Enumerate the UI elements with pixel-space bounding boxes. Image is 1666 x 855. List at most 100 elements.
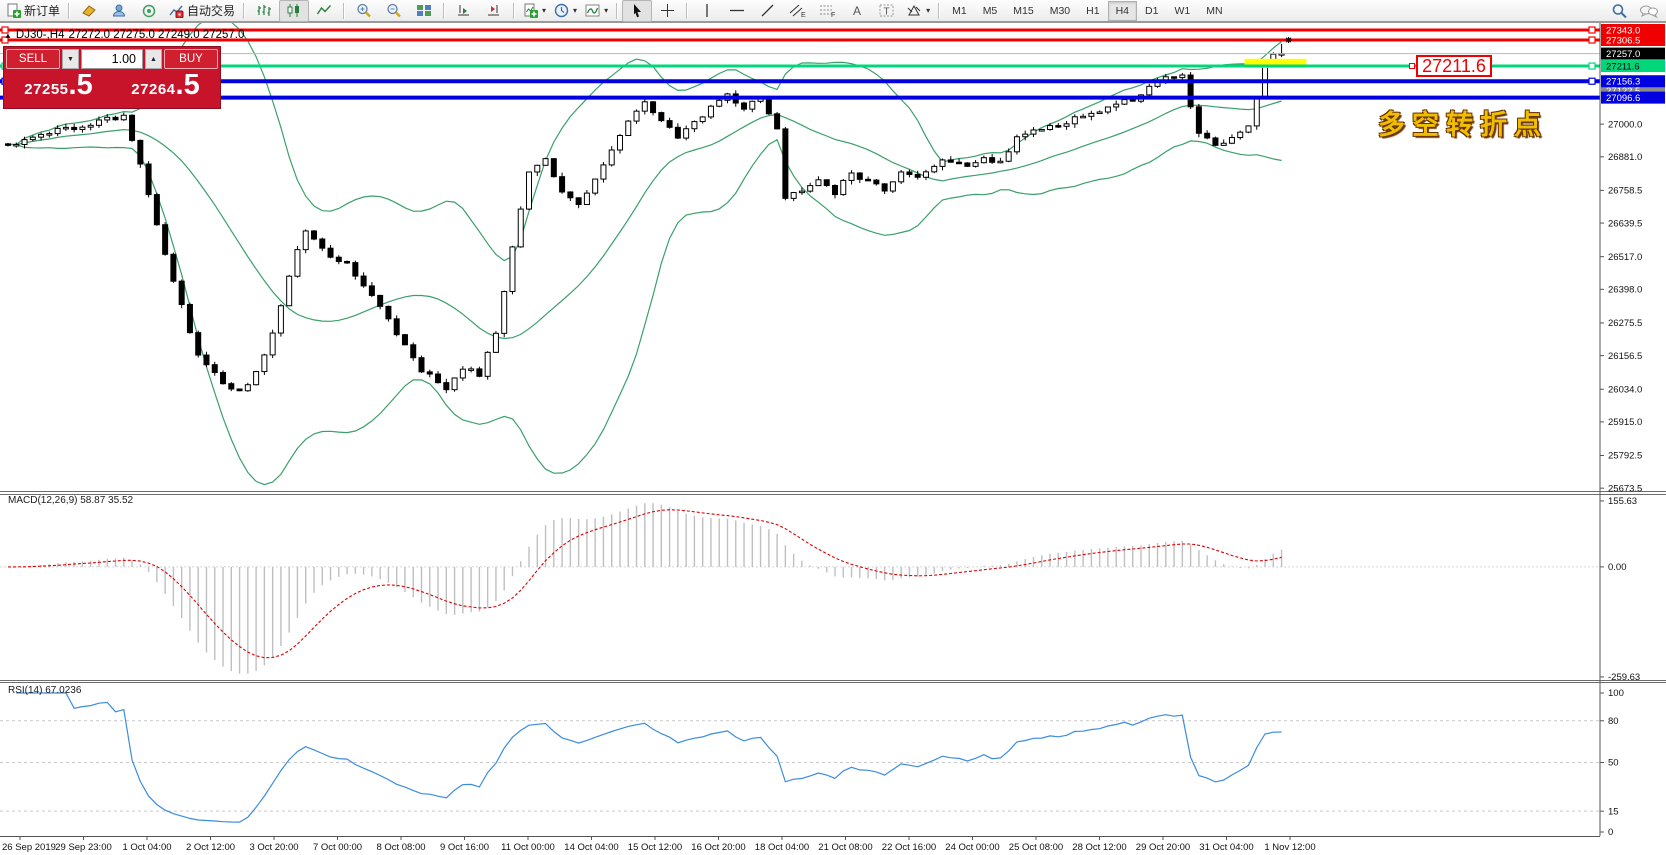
- svg-text:E: E: [801, 12, 806, 18]
- new-order-button[interactable]: 新订单: [2, 0, 64, 22]
- rsi-indicator-label: RSI(14) 67.0236: [8, 685, 81, 696]
- svg-text:26758.5: 26758.5: [1608, 186, 1642, 197]
- candlestick-chart-button[interactable]: [279, 0, 309, 22]
- signal-icon: [141, 3, 157, 18]
- fibonacci-button[interactable]: F: [812, 0, 842, 22]
- shapes-button[interactable]: ▾: [902, 0, 934, 22]
- svg-text:18 Oct 04:00: 18 Oct 04:00: [755, 842, 809, 853]
- search-button[interactable]: [1604, 0, 1634, 22]
- tile-windows-icon: [416, 3, 432, 18]
- svg-text:T: T: [884, 7, 890, 18]
- yellow-book-icon: [81, 3, 97, 18]
- new-chart-button[interactable]: ▾: [519, 0, 550, 22]
- svg-text:16 Oct 20:00: 16 Oct 20:00: [691, 842, 745, 853]
- hline-handle: [1589, 63, 1595, 69]
- zoom-out-icon: [386, 3, 402, 18]
- chat-icon: [1639, 3, 1659, 19]
- price-callout-handle[interactable]: [1409, 63, 1415, 69]
- buy-price-pip: .5: [176, 71, 200, 100]
- indicators-button[interactable]: ▾: [581, 0, 612, 22]
- buy-price[interactable]: 27264 .5: [113, 71, 218, 106]
- svg-text:25673.5: 25673.5: [1608, 483, 1642, 494]
- toolbar: 新订单 自动交易: [0, 0, 1666, 22]
- volume-input[interactable]: 1.00: [81, 49, 143, 69]
- timeframe-button-m5[interactable]: M5: [975, 1, 1006, 21]
- autotrading-label: 自动交易: [187, 2, 235, 19]
- text-label-button[interactable]: T: [872, 0, 902, 22]
- volume-increase-button[interactable]: ▲: [145, 49, 162, 69]
- svg-text:29 Sep 23:00: 29 Sep 23:00: [55, 842, 112, 853]
- svg-text:29 Oct 20:00: 29 Oct 20:00: [1136, 842, 1190, 853]
- timeframe-button-w1[interactable]: W1: [1166, 1, 1198, 21]
- svg-text:25 Oct 08:00: 25 Oct 08:00: [1009, 842, 1063, 853]
- toolbar-separator: [68, 3, 70, 19]
- chat-button[interactable]: [1634, 0, 1664, 22]
- sell-button[interactable]: SELL: [6, 49, 60, 69]
- cursor-icon: [630, 3, 644, 18]
- line-chart-button[interactable]: [309, 0, 339, 22]
- timeframe-button-h4[interactable]: H4: [1108, 1, 1137, 21]
- zoom-out-button[interactable]: [379, 0, 409, 22]
- toolbar-separator: [938, 3, 940, 19]
- signal-button[interactable]: [134, 0, 164, 22]
- svg-text:27306.5: 27306.5: [1606, 35, 1640, 46]
- svg-text:100: 100: [1608, 688, 1624, 699]
- chart-shift-button[interactable]: [479, 0, 509, 22]
- svg-text:0: 0: [1608, 827, 1613, 838]
- buy-button[interactable]: BUY: [164, 49, 218, 69]
- svg-text:26275.5: 26275.5: [1608, 318, 1642, 329]
- volume-decrease-button[interactable]: ▼: [62, 49, 79, 69]
- sell-price[interactable]: 27255 .5: [6, 71, 111, 106]
- cursor-button[interactable]: [622, 0, 652, 22]
- chinese-annotation[interactable]: 多空转折点: [1378, 103, 1548, 142]
- svg-text:31 Oct 04:00: 31 Oct 04:00: [1199, 842, 1253, 853]
- line-chart-icon: [316, 3, 332, 18]
- horizontal-line-button[interactable]: [722, 0, 752, 22]
- timeframe-button-m15[interactable]: M15: [1005, 1, 1041, 21]
- autotrading-button[interactable]: 自动交易: [164, 0, 239, 22]
- crosshair-button[interactable]: [652, 0, 682, 22]
- svg-text:26 Sep 2019: 26 Sep 2019: [2, 842, 56, 853]
- timeframe-button-d1[interactable]: D1: [1137, 1, 1166, 21]
- toolbar-separator: [243, 3, 245, 19]
- timeframe-button-mn[interactable]: MN: [1198, 1, 1230, 21]
- hline-handle: [1589, 37, 1595, 43]
- periods-button[interactable]: ▾: [550, 0, 581, 22]
- auto-scroll-icon: [456, 3, 472, 18]
- equidistant-channel-button[interactable]: E: [782, 0, 812, 22]
- direction-up-icon: ▲: [4, 31, 12, 40]
- timeframe-button-m1[interactable]: M1: [944, 1, 975, 21]
- one-click-trading-panel: SELL ▼ 1.00 ▲ BUY 27255 .5 27264 .5: [3, 46, 221, 109]
- svg-text:27211.6: 27211.6: [1606, 61, 1640, 72]
- market-watch-button[interactable]: [104, 0, 134, 22]
- zoom-in-button[interactable]: [349, 0, 379, 22]
- timeframe-bar: M1M5M15M30H1H4D1W1MN: [944, 1, 1230, 21]
- bar-chart-button[interactable]: [249, 0, 279, 22]
- tile-windows-button[interactable]: [409, 0, 439, 22]
- trade-panel-prices: 27255 .5 27264 .5: [6, 71, 218, 106]
- trendline-button[interactable]: [752, 0, 782, 22]
- chart-symbol-period: DJ30-,H4: [16, 29, 65, 41]
- sell-price-main: 27255: [24, 81, 68, 98]
- text-label-icon: T: [879, 3, 895, 18]
- search-icon: [1611, 3, 1628, 19]
- person-icon: [111, 3, 127, 18]
- candlestick-chart-icon: [286, 3, 302, 18]
- toolbar-separator: [513, 3, 515, 19]
- svg-text:3 Oct 20:00: 3 Oct 20:00: [249, 842, 298, 853]
- svg-text:22 Oct 16:00: 22 Oct 16:00: [882, 842, 936, 853]
- deposit-button[interactable]: [74, 0, 104, 22]
- svg-text:15: 15: [1608, 806, 1619, 817]
- toolbar-separator: [616, 3, 618, 19]
- svg-text:80: 80: [1608, 716, 1619, 727]
- sell-price-pip: .5: [69, 71, 93, 100]
- text-button[interactable]: A: [842, 0, 872, 22]
- auto-scroll-button[interactable]: [449, 0, 479, 22]
- price-callout-box[interactable]: 27211.6: [1416, 55, 1492, 77]
- timeframe-button-h1[interactable]: H1: [1078, 1, 1107, 21]
- buy-price-main: 27264: [131, 81, 175, 98]
- timeframe-button-m30[interactable]: M30: [1042, 1, 1078, 21]
- new-chart-icon: [523, 3, 538, 18]
- trade-panel-controls: SELL ▼ 1.00 ▲ BUY: [6, 49, 218, 69]
- vertical-line-button[interactable]: [692, 0, 722, 22]
